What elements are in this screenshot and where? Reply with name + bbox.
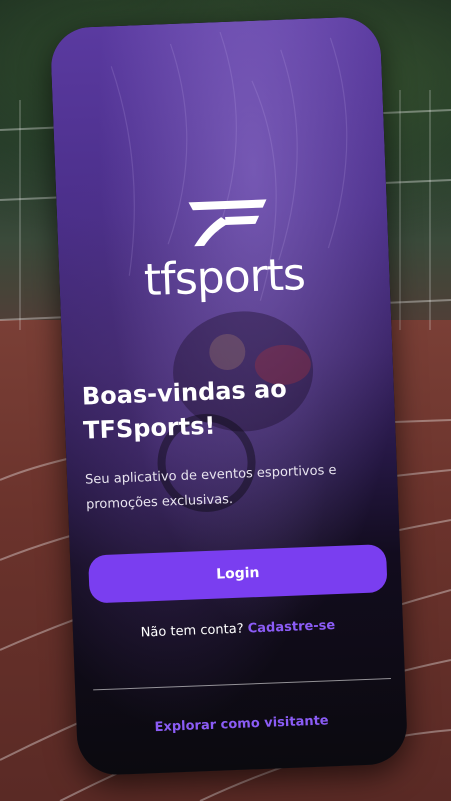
tfsports-logo-mark-icon: [188, 199, 267, 247]
background-scene: tfsports Boas-vindas ao TFSports! Seu ap…: [0, 0, 451, 801]
welcome-headline: Boas-vindas ao TFSports!: [81, 368, 383, 447]
phone-screen: tfsports Boas-vindas ao TFSports! Seu ap…: [49, 15, 409, 777]
